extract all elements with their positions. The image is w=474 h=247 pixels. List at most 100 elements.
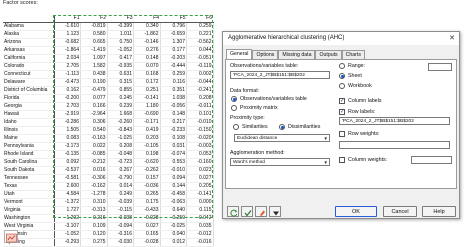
- score-cell[interactable]: 0.165: [133, 230, 161, 239]
- score-cell[interactable]: 0.553: [160, 158, 187, 167]
- score-cell[interactable]: -0.581: [54, 174, 81, 183]
- score-cell[interactable]: -0.160: [186, 158, 214, 167]
- score-cell[interactable]: -2.919: [54, 110, 81, 119]
- help-button[interactable]: Help: [422, 206, 456, 217]
- score-cell[interactable]: 0.148: [133, 54, 161, 63]
- score-cell[interactable]: 0.027: [186, 174, 214, 183]
- score-cell[interactable]: -0.458: [160, 190, 187, 199]
- score-cell[interactable]: -0.171: [133, 118, 161, 127]
- score-cell[interactable]: 0.631: [107, 70, 134, 79]
- score-cell[interactable]: -0.399: [107, 22, 134, 31]
- score-cell[interactable]: 2.703: [54, 102, 81, 111]
- score-cell[interactable]: -3.107: [54, 222, 81, 231]
- cancel-button[interactable]: Cancel: [383, 206, 417, 217]
- score-cell[interactable]: 0.014: [107, 182, 134, 191]
- dialog-titlebar[interactable]: Agglomerative hierarchical clustering (A…: [223, 32, 459, 45]
- score-cell[interactable]: 0.022: [80, 142, 108, 151]
- score-cell[interactable]: -0.537: [54, 166, 81, 175]
- row-label-cell[interactable]: Florida: [3, 94, 55, 103]
- score-cell[interactable]: 1.097: [80, 54, 108, 63]
- row-label-cell[interactable]: Rhode Island: [3, 150, 55, 159]
- score-cell[interactable]: 0.166: [80, 102, 108, 111]
- score-cell[interactable]: 0.259: [160, 214, 187, 223]
- score-cell[interactable]: 2.600: [54, 182, 81, 191]
- score-cell[interactable]: 0.275: [80, 238, 108, 247]
- score-cell[interactable]: -1.419: [80, 46, 108, 55]
- score-cell[interactable]: -0.012: [186, 230, 214, 239]
- score-cell[interactable]: 0.108: [160, 134, 187, 143]
- score-cell[interactable]: 0.276: [133, 46, 161, 55]
- score-cell[interactable]: -0.690: [133, 110, 161, 119]
- score-cell[interactable]: 0.092: [54, 158, 81, 167]
- score-cell[interactable]: -0.200: [54, 94, 81, 103]
- score-cell[interactable]: -0.723: [107, 158, 134, 167]
- score-cell[interactable]: -3.173: [54, 142, 81, 151]
- column-header[interactable]: F1: [54, 15, 81, 23]
- score-cell[interactable]: -0.562: [186, 38, 214, 47]
- score-cell[interactable]: 0.249: [107, 190, 134, 199]
- score-cell[interactable]: -1.113: [54, 70, 81, 79]
- score-cell[interactable]: -0.313: [80, 206, 108, 215]
- eraser-icon[interactable]: [255, 206, 267, 217]
- score-cell[interactable]: -0.119: [186, 62, 214, 71]
- score-cell[interactable]: -0.016: [186, 238, 214, 247]
- score-cell[interactable]: 0.750: [107, 38, 134, 47]
- row-label-cell[interactable]: Delaware: [3, 78, 55, 87]
- score-cell[interactable]: -0.115: [107, 206, 134, 215]
- score-cell[interactable]: 0.083: [54, 134, 81, 143]
- tab-options[interactable]: Options: [252, 50, 279, 59]
- score-cell[interactable]: -0.620: [133, 158, 161, 167]
- score-cell[interactable]: 0.259: [160, 70, 187, 79]
- dropdown-icon[interactable]: [269, 206, 281, 217]
- score-cell[interactable]: 1.505: [54, 126, 81, 135]
- score-cell[interactable]: 0.162: [54, 86, 81, 95]
- score-cell[interactable]: 0.144: [160, 182, 187, 191]
- score-cell[interactable]: 0.175: [133, 198, 161, 207]
- tab-missing-data[interactable]: Missing data: [278, 50, 316, 59]
- score-cell[interactable]: 0.417: [107, 54, 134, 63]
- score-cell[interactable]: -0.819: [80, 22, 108, 31]
- score-cell[interactable]: 0.172: [133, 78, 161, 87]
- score-cell[interactable]: 0.101: [186, 110, 214, 119]
- radio-similarities[interactable]: [233, 124, 239, 130]
- row-label-cell[interactable]: Hawaii: [3, 110, 55, 119]
- score-cell[interactable]: 0.094: [160, 174, 187, 183]
- score-cell[interactable]: -0.094: [107, 222, 134, 231]
- score-cell[interactable]: 0.109: [80, 222, 108, 231]
- score-cell[interactable]: 1.668: [107, 110, 134, 119]
- score-cell[interactable]: 0.168: [133, 70, 161, 79]
- score-cell[interactable]: -0.316: [107, 230, 134, 239]
- score-cell[interactable]: -0.141: [186, 190, 214, 199]
- score-cell[interactable]: -0.444: [160, 62, 187, 71]
- column-header[interactable]: F4: [133, 15, 160, 23]
- row-weights-field[interactable]: [339, 141, 450, 149]
- score-cell[interactable]: 1.123: [54, 30, 81, 39]
- row-label-cell[interactable]: South Carolina: [3, 158, 55, 167]
- row-label-cell[interactable]: Illinois: [3, 126, 55, 135]
- xlstat-icon[interactable]: [4, 230, 18, 243]
- score-cell[interactable]: -0.036: [133, 182, 161, 191]
- row-label-cell[interactable]: Alabama: [3, 22, 55, 31]
- score-cell[interactable]: 0.351: [160, 86, 187, 95]
- score-cell[interactable]: 2.705: [54, 62, 81, 71]
- score-cell[interactable]: -0.048: [107, 150, 134, 159]
- score-cell[interactable]: 0.190: [80, 78, 108, 87]
- range-field[interactable]: [428, 63, 452, 71]
- score-cell[interactable]: -0.203: [160, 54, 187, 63]
- row-label-cell[interactable]: Georgia: [3, 102, 55, 111]
- score-cell[interactable]: 0.540: [80, 126, 108, 135]
- score-cell[interactable]: 0.177: [160, 46, 187, 55]
- score-cell[interactable]: 0.310: [80, 198, 108, 207]
- score-cell[interactable]: 0.208: [107, 142, 134, 151]
- score-cell[interactable]: 1.180: [133, 102, 161, 111]
- score-cell[interactable]: -0.085: [80, 150, 108, 159]
- column-labels-checkbox[interactable]: ✓: [339, 98, 345, 104]
- score-cell[interactable]: 0.205: [186, 182, 214, 191]
- score-cell[interactable]: 0.148: [160, 110, 187, 119]
- row-labels-field[interactable]: 'PCA_2024_2_JT$B$151:$B$202: [339, 117, 450, 125]
- score-cell[interactable]: -0.028: [133, 238, 161, 247]
- score-cell[interactable]: 0.251: [133, 86, 161, 95]
- score-cell[interactable]: -0.935: [107, 62, 134, 71]
- row-label-cell[interactable]: District of Columbia: [3, 86, 55, 95]
- score-cell[interactable]: -0.306: [80, 174, 108, 183]
